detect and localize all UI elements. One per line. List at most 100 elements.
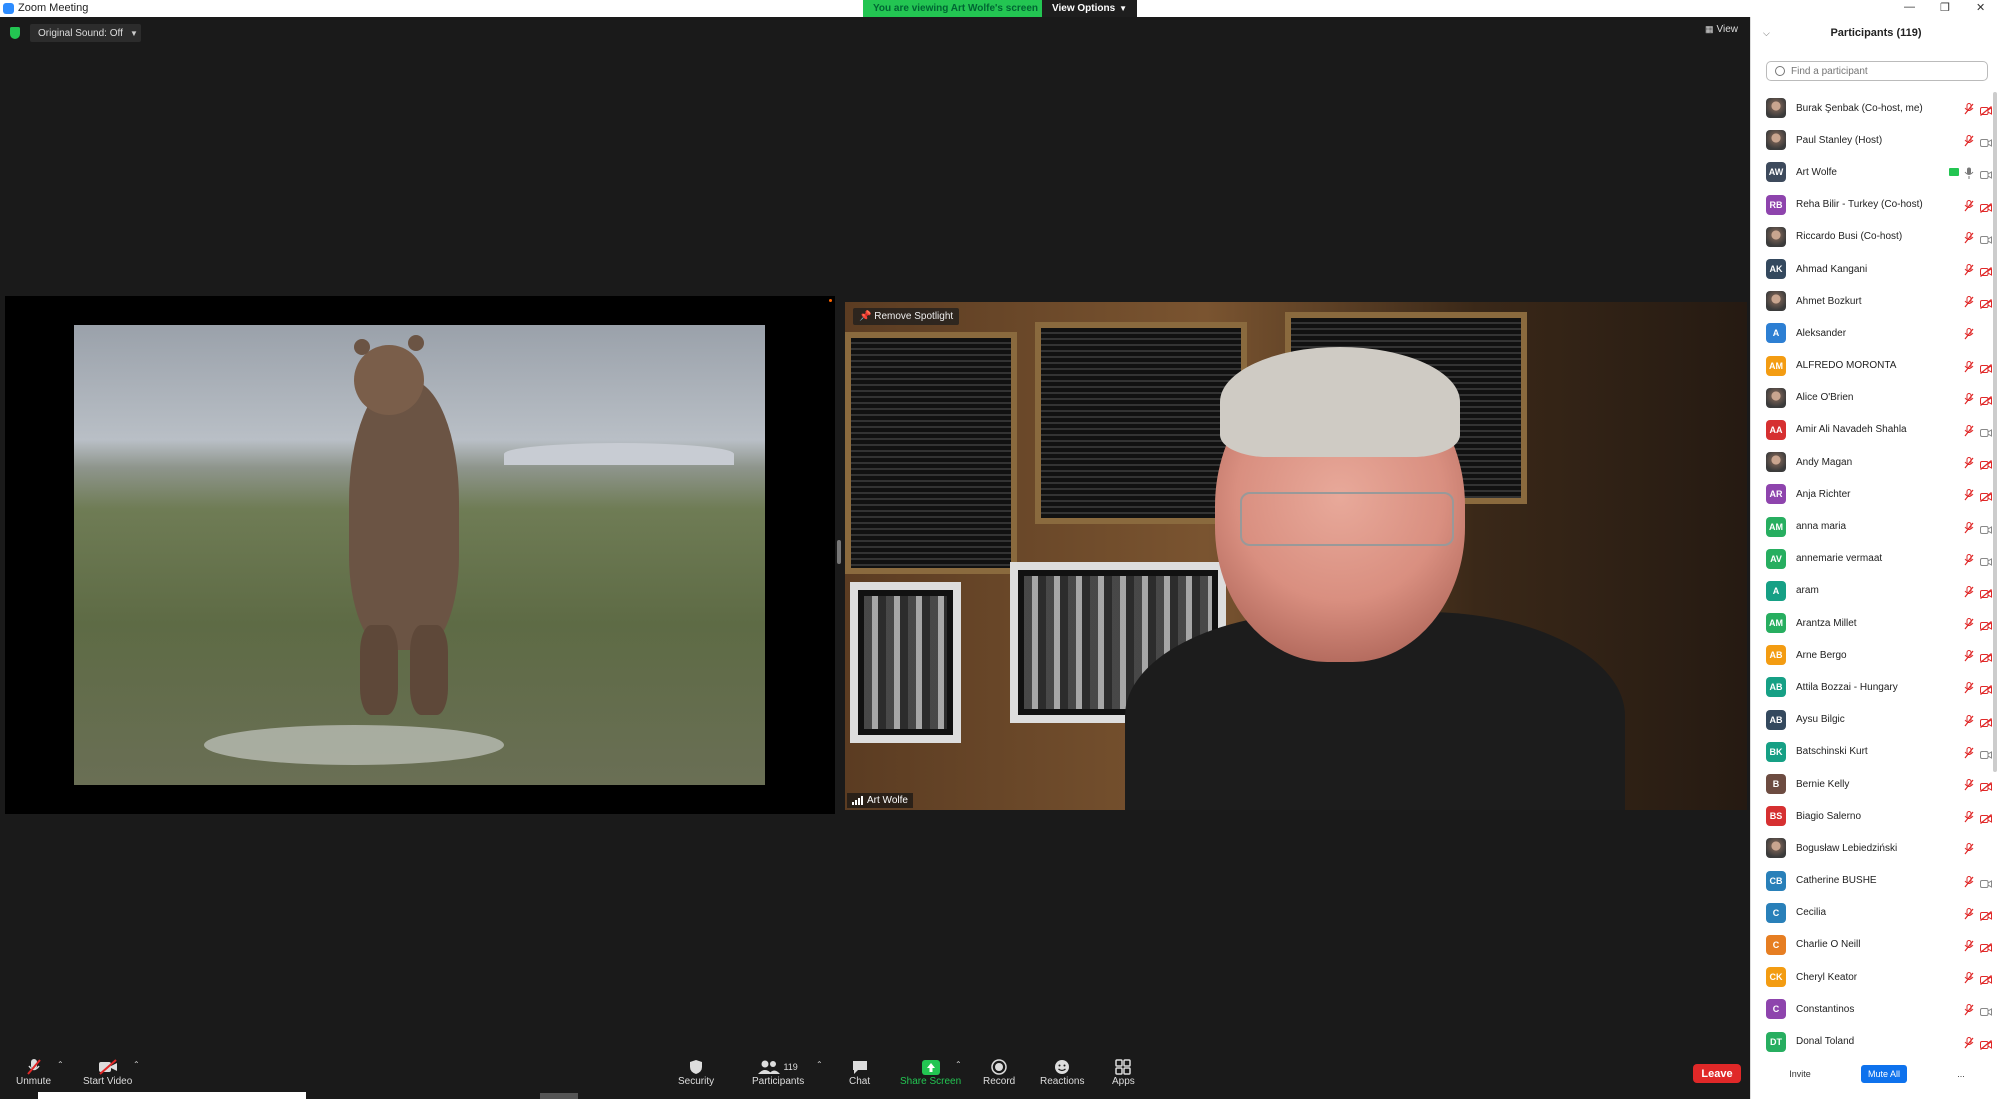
video-off-icon[interactable] [1980,908,1992,921]
video-off-icon[interactable] [1980,457,1992,471]
mic-muted-icon[interactable] [1964,295,1974,308]
mic-muted-icon[interactable] [1964,134,1974,147]
video-on-icon[interactable] [1980,747,1992,759]
video-off-icon[interactable] [1980,489,1992,503]
video-off-icon[interactable] [1980,393,1992,406]
participant-row[interactable]: AM ALFREDO MORONTA [1751,350,1992,382]
mic-muted-icon[interactable] [1964,681,1974,694]
original-sound-dropdown[interactable]: ▼ [127,24,141,42]
view-options-button[interactable]: View Options ▼ [1042,0,1138,17]
speaker-video-pane[interactable]: 📌 Remove Spotlight Art Wolfe [845,302,1747,810]
participant-row[interactable]: AB Arne Bergo [1751,639,1992,671]
video-on-icon[interactable] [1980,522,1992,534]
unmute-button[interactable]: Unmute [16,1058,51,1087]
participant-row[interactable]: AA Amir Ali Navadeh Shahla [1751,414,1992,446]
video-off-icon[interactable] [1980,586,1992,599]
mic-muted-icon[interactable] [1964,907,1974,920]
mic-muted-icon[interactable] [1964,231,1974,244]
view-button[interactable]: ▦ View [1705,24,1738,35]
video-on-icon[interactable] [1980,135,1992,148]
participant-row[interactable]: Alice O'Brien [1751,382,1992,414]
video-off-icon[interactable] [1980,1037,1992,1050]
mic-muted-icon[interactable] [1964,714,1974,727]
video-on-icon[interactable] [1980,167,1992,180]
mic-muted-icon[interactable] [1964,778,1974,791]
minimize-icon[interactable]: — [1904,1,1915,13]
participant-row[interactable]: Paul Stanley (Host) [1751,124,1992,156]
video-on-icon[interactable] [1980,554,1992,566]
mic-muted-icon[interactable] [1964,488,1974,501]
participant-row[interactable]: A Aleksander [1751,317,1991,349]
encryption-shield-icon[interactable] [10,27,20,39]
video-off-icon[interactable] [1980,361,1992,374]
participant-row[interactable]: AK Ahmad Kangani [1751,253,1992,285]
mic-muted-icon[interactable] [1964,424,1974,437]
video-on-icon[interactable] [1980,876,1992,888]
mic-muted-icon[interactable] [1964,617,1974,630]
participant-row[interactable]: AM anna maria [1751,510,1992,542]
participant-row[interactable]: C Charlie O Neill [1751,929,1992,961]
video-on-icon[interactable] [1980,425,1992,437]
participant-row[interactable]: C Cecilia [1751,897,1992,929]
participant-row[interactable]: B Bernie Kelly [1751,768,1992,800]
participant-row[interactable]: Ahmet Bozkurt [1751,285,1992,317]
restore-icon[interactable]: ❐ [1940,1,1950,14]
mic-muted-icon[interactable] [1964,810,1974,823]
video-off-icon[interactable] [1980,715,1992,728]
participant-row[interactable]: Aaram [1751,575,1992,607]
participant-row[interactable]: Riccardo Busi (Co-host) [1751,221,1992,253]
original-sound-button[interactable]: Original Sound: Off [30,24,131,42]
participant-row[interactable]: AB Attila Bozzai - Hungary [1751,671,1992,703]
mic-muted-icon[interactable] [1964,842,1974,855]
video-off-icon[interactable] [1980,650,1992,664]
participants-options-caret[interactable]: ⌃ [816,1060,823,1069]
video-off-icon[interactable] [1980,103,1992,117]
remove-spotlight-button[interactable]: 📌 Remove Spotlight [853,308,960,325]
mute-all-button[interactable]: Mute All [1861,1065,1907,1083]
participant-row[interactable]: DT Donal Toland [1751,1025,1992,1057]
participant-row[interactable]: BK Batschinski Kurt [1751,736,1992,768]
video-off-icon[interactable] [1980,972,1992,986]
video-off-icon[interactable] [1980,296,1992,310]
mic-muted-icon[interactable] [1964,199,1974,212]
record-button[interactable]: Record [983,1058,1015,1087]
mic-muted-icon[interactable] [1964,585,1974,598]
mic-muted-icon[interactable] [1964,649,1974,662]
participant-row[interactable]: RB Reha Bilir - Turkey (Co-host) [1751,189,1992,221]
close-icon[interactable]: ✕ [1976,1,1985,14]
apps-button[interactable]: Apps [1112,1058,1135,1087]
video-on-icon[interactable] [1980,232,1992,244]
chat-button[interactable]: Chat [849,1058,870,1087]
security-button[interactable]: Security [678,1058,714,1087]
audio-options-caret[interactable]: ⌃ [57,1060,64,1069]
mic-muted-icon[interactable] [1964,971,1974,984]
mic-muted-icon[interactable] [1964,456,1974,469]
mic-muted-icon[interactable] [1964,1036,1974,1048]
mic-on-icon[interactable] [1964,166,1974,180]
participant-row[interactable]: BS Biagio Salerno [1751,800,1992,832]
participant-row[interactable]: AM Arantza Millet [1751,607,1992,639]
participant-row[interactable]: CK Cheryl Keator [1751,961,1992,993]
participants-button[interactable]: 119 Participants [752,1058,804,1087]
mic-muted-icon[interactable] [1964,1003,1974,1016]
video-off-icon[interactable] [1980,811,1992,825]
participant-row[interactable]: C Constantinos [1751,993,1992,1025]
video-on-icon[interactable] [1980,1004,1992,1017]
participant-search[interactable] [1766,61,1988,81]
invite-button[interactable]: Invite [1783,1065,1817,1083]
mic-muted-icon[interactable] [1964,392,1974,405]
more-options-button[interactable]: ... [1951,1065,1971,1083]
participant-row[interactable]: AV annemarie vermaat [1751,543,1992,575]
mic-muted-icon[interactable] [1964,360,1974,372]
mic-muted-icon[interactable] [1964,746,1974,759]
reactions-button[interactable]: Reactions [1040,1058,1084,1087]
shared-screen-pane[interactable] [5,296,835,814]
video-off-icon[interactable] [1980,264,1992,277]
mic-muted-icon[interactable] [1964,521,1974,533]
video-off-icon[interactable] [1980,682,1992,696]
share-screen-button[interactable]: Share Screen [900,1058,961,1087]
video-options-caret[interactable]: ⌃ [133,1060,140,1069]
pane-resize-handle[interactable] [837,540,841,564]
video-off-icon[interactable] [1980,940,1992,953]
mic-muted-icon[interactable] [1964,939,1974,952]
